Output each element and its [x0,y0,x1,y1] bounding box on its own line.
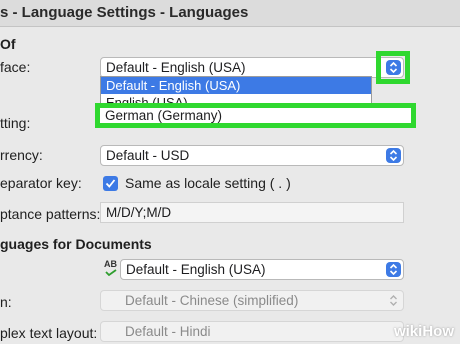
asian-language-value: Default - Chinese (simplified) [125,293,299,308]
locale-setting-label: tting: [0,115,31,131]
language-settings-dialog: s - Language Settings - Languages Of fac… [0,0,460,344]
section-heading-documents: guages for Documents [0,236,152,252]
decimal-separator-label: eparator key: [0,175,82,191]
user-interface-value: Default - English (USA) [106,60,246,75]
user-interface-label: face: [0,59,31,75]
dropdown-option-selected[interactable]: Default - English (USA) [101,77,371,94]
currency-select[interactable]: Default - USD [100,145,404,166]
user-interface-select[interactable]: Default - English (USA) [100,57,404,78]
german-option-highlight[interactable]: German (Germany) [95,103,416,128]
asian-language-select[interactable]: Default - Chinese (simplified) [100,290,404,311]
date-acceptance-value: M/D/Y;M/D [106,205,172,220]
ctl-language-value: Default - Hindi [125,324,211,339]
date-acceptance-input[interactable]: M/D/Y;M/D [100,202,404,223]
select-stepper-icon[interactable] [386,148,401,163]
section-heading-language-of: Of [0,36,16,52]
western-language-value: Default - English (USA) [126,262,266,277]
window-title: s - Language Settings - Languages [0,4,249,21]
watermark-wiki: wiki [393,323,423,340]
select-stepper-icon[interactable] [386,262,401,277]
title-bar: s - Language Settings - Languages [0,0,460,27]
currency-label: rrency: [0,147,43,163]
asian-label: n: [0,294,12,310]
date-acceptance-label: ptance patterns: [0,206,101,222]
spellcheck-ab-icon: AB [104,260,120,276]
wikihow-watermark: wikiHow [394,323,454,340]
same-as-locale-label: Same as locale setting ( . ) [125,175,291,191]
currency-value: Default - USD [106,148,190,163]
same-as-locale-checkbox[interactable] [103,176,118,191]
select-stepper-icon[interactable] [386,293,401,308]
watermark-how: How [422,323,454,340]
stepper-highlight [376,51,410,84]
ctl-label: plex text layout: [0,325,98,341]
western-language-select[interactable]: Default - English (USA) [120,259,404,280]
german-option-label: German (Germany) [105,108,223,123]
ctl-language-select[interactable]: Default - Hindi [100,321,404,342]
